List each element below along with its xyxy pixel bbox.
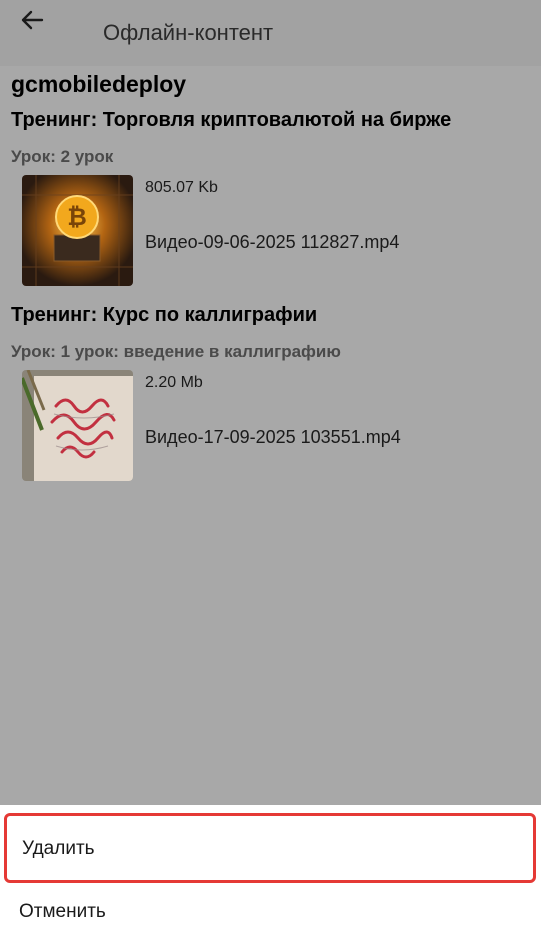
- cancel-label: Отменить: [19, 901, 106, 922]
- training-title: Тренинг: Торговля криптовалютой на бирже: [11, 109, 452, 131]
- file-size: 805.07 Kb: [145, 179, 218, 196]
- delete-label: Удалить: [22, 838, 95, 859]
- file-name: Видео-17-09-2025 103551.mp4: [145, 427, 401, 447]
- svg-text:₿: ₿: [67, 203, 87, 231]
- file-size: 2.20 Mb: [145, 374, 203, 391]
- cancel-button[interactable]: Отменить: [0, 887, 541, 937]
- lesson-title: Урок: 1 урок: введение в каллиграфию: [11, 342, 341, 361]
- training-title: Тренинг: Курс по каллиграфии: [11, 304, 318, 326]
- action-sheet: Удалить Отменить: [0, 805, 541, 937]
- video-file-item[interactable]: 2.20 Mb Видео-17-09-2025 103551.mp4: [0, 370, 541, 482]
- calligraphy-thumbnail: [22, 370, 133, 481]
- file-name: Видео-09-06-2025 112827.mp4: [145, 232, 400, 252]
- back-button[interactable]: [16, 6, 48, 34]
- school-name: gcmobiledeploy: [11, 71, 187, 97]
- app-bar: Офлайн-контент: [0, 0, 541, 66]
- page-title: Офлайн-контент: [103, 20, 274, 45]
- bitcoin-chip-thumbnail: ₿: [22, 175, 133, 286]
- video-file-item[interactable]: ₿ 805.07 Kb Видео-09-06-2025 112827.mp4: [0, 175, 541, 287]
- delete-button[interactable]: Удалить: [4, 813, 536, 883]
- lesson-title: Урок: 2 урок: [11, 147, 114, 166]
- arrow-left-icon: [21, 10, 44, 30]
